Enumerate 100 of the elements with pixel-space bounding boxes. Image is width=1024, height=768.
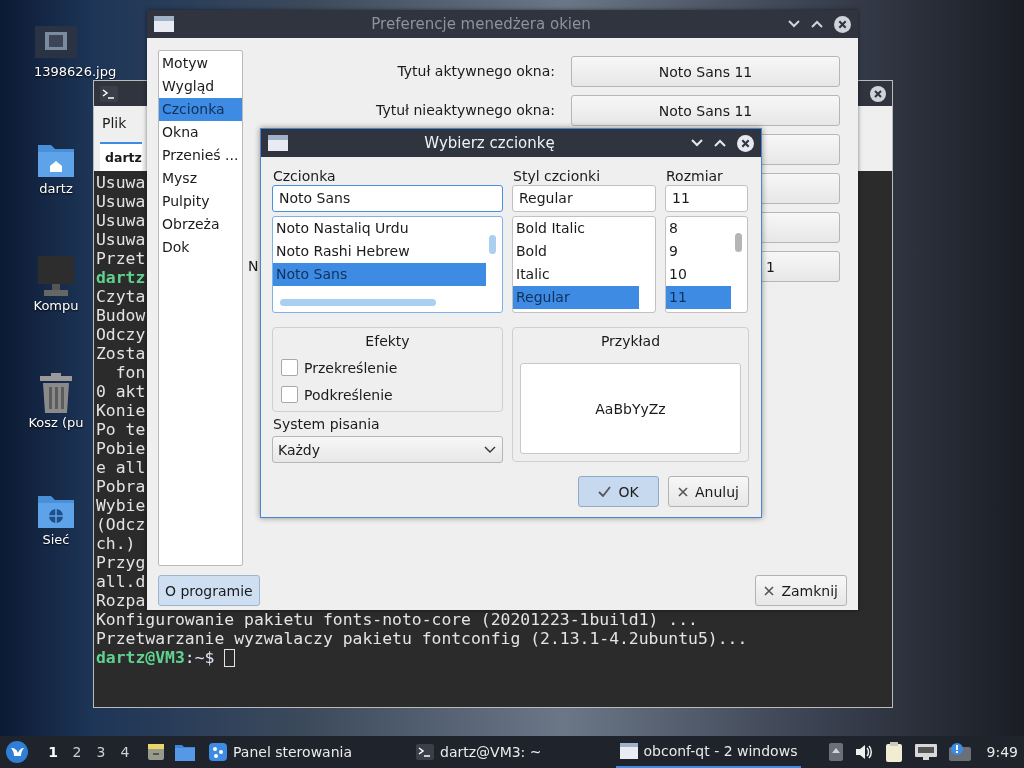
- terminal-line: Konie: [96, 401, 146, 420]
- terminal-line: Czyta: [96, 287, 146, 306]
- menu-item[interactable]: Plik: [102, 114, 127, 131]
- text-field[interactable]: 11: [665, 185, 748, 212]
- list-item[interactable]: 10: [666, 263, 731, 286]
- category-item[interactable]: Przenieś ...: [159, 144, 242, 167]
- close-icon[interactable]: [834, 15, 851, 33]
- writing-system-dropdown[interactable]: Każdy: [272, 436, 503, 463]
- scrollbar-thumb[interactable]: [489, 235, 496, 254]
- category-item[interactable]: Okna: [159, 121, 242, 144]
- list-item[interactable]: 11: [666, 286, 731, 309]
- checkbox[interactable]: [281, 386, 298, 403]
- maximize-icon[interactable]: [811, 20, 823, 28]
- taskbar-task[interactable]: Panel sterowania: [205, 736, 356, 768]
- minimize-icon[interactable]: [788, 20, 800, 28]
- terminal-line: 0 akt: [96, 382, 146, 401]
- category-item[interactable]: Motyw: [159, 52, 242, 75]
- terminal-line: Przet: [96, 249, 146, 268]
- terminal-icon: [416, 744, 434, 760]
- taskbar-task[interactable]: obconf-qt - 2 windows: [615, 736, 802, 768]
- workspace-button[interactable]: 1: [41, 744, 65, 760]
- terminal-line: Przetwarzanie wyzwalaczy pakietu fontconfig (2.13.1-4.2ubuntu5)...: [96, 629, 748, 648]
- clock[interactable]: 9:49: [986, 744, 1018, 760]
- desktop-icon-label[interactable]: 1398626.jpg: [20, 65, 117, 79]
- workspace-button[interactable]: 4: [113, 744, 137, 760]
- window-title: Preferencje menedżera okien: [370, 15, 592, 33]
- workspace-button[interactable]: 2: [65, 744, 89, 760]
- close-icon[interactable]: [737, 134, 754, 152]
- dialog-title: Wybierz czcionkę: [423, 134, 556, 152]
- terminal-line: Usuwa: [96, 173, 146, 192]
- close-icon[interactable]: [870, 85, 886, 102]
- category-item[interactable]: Mysz: [159, 167, 242, 190]
- field-label: Rozmiar: [665, 167, 724, 185]
- ok-button[interactable]: OK: [578, 476, 659, 507]
- prompt-user: dartz: [96, 268, 146, 287]
- list-item[interactable]: Italic: [513, 263, 639, 286]
- image-file-icon[interactable]: [35, 26, 77, 58]
- field-label: System pisania: [272, 415, 381, 433]
- terminal-line: Wybie: [96, 496, 146, 515]
- list-item[interactable]: 9: [666, 240, 731, 263]
- tray-expand-icon[interactable]: [828, 743, 843, 761]
- window-icon: [619, 743, 638, 759]
- minimize-icon[interactable]: [691, 139, 703, 147]
- list-item[interactable]: 8: [666, 217, 731, 240]
- scrollbar-thumb[interactable]: [280, 299, 436, 306]
- taskbar-task[interactable]: dartz@VM3: ~: [412, 736, 546, 768]
- field-label: N: [248, 257, 259, 276]
- cancel-button[interactable]: Anuluj: [668, 476, 749, 507]
- terminal-tab[interactable]: dartz: [100, 142, 142, 171]
- scrollbar-thumb[interactable]: [735, 233, 742, 252]
- checkbox[interactable]: [281, 359, 298, 376]
- terminal-line: e all: [96, 458, 146, 477]
- terminal-line: Konfigurowanie pakietu fonts-noto-core (20201223-1build1) ...: [96, 610, 698, 629]
- notification-icon[interactable]: [948, 743, 971, 761]
- list-item[interactable]: Regular: [513, 286, 639, 309]
- chevron-down-icon: [484, 445, 496, 454]
- category-item[interactable]: Wygląd: [159, 75, 242, 98]
- trash-icon[interactable]: [40, 373, 72, 413]
- checkmark-icon: [598, 486, 612, 497]
- maximize-icon[interactable]: [714, 139, 726, 147]
- sample-preview: AaBbYyZz: [520, 363, 741, 454]
- close-button[interactable]: Zamknij: [755, 575, 847, 606]
- window-icon: [154, 16, 174, 32]
- list-item[interactable]: Noto Rashi Hebrew: [273, 240, 486, 263]
- field-label: Styl czcionki: [512, 167, 602, 185]
- desktop-icon-label[interactable]: Kompu: [20, 299, 92, 313]
- category-item[interactable]: Obrzeża: [159, 213, 242, 236]
- desktop-icon-label[interactable]: Kosz (pu: [20, 416, 92, 430]
- network-icon[interactable]: [914, 744, 937, 760]
- terminal-line: Usuwa: [96, 230, 146, 249]
- terminal-icon: [100, 85, 118, 102]
- category-item[interactable]: Pulpity: [159, 190, 242, 213]
- volume-icon[interactable]: [854, 744, 873, 760]
- font-button[interactable]: Noto Sans 11: [571, 95, 840, 126]
- folder-icon[interactable]: [175, 743, 195, 761]
- start-menu-icon[interactable]: [5, 740, 29, 764]
- list-item[interactable]: Noto Sans: [273, 263, 486, 286]
- category-item[interactable]: Czcionka: [159, 98, 242, 121]
- monitor-icon[interactable]: [38, 256, 74, 296]
- field-label: Tytuł aktywnego okna:: [397, 62, 555, 81]
- workspace-button[interactable]: 3: [89, 744, 113, 760]
- checkbox-label: Przekreślenie: [304, 359, 398, 376]
- category-item[interactable]: Dok: [159, 236, 242, 259]
- window-icon: [268, 135, 288, 151]
- text-field[interactable]: Regular: [512, 185, 656, 212]
- about-button[interactable]: O programie: [158, 575, 260, 606]
- terminal-line: ch.): [96, 534, 136, 553]
- terminal-line: Rozpa: [96, 591, 146, 610]
- terminal-line: Usuwa: [96, 211, 146, 230]
- file-cabinet-icon[interactable]: [147, 743, 165, 761]
- list-item[interactable]: Bold: [513, 240, 639, 263]
- terminal-line: (Odcz: [96, 515, 146, 534]
- desktop-icon-label[interactable]: Sieć: [20, 533, 92, 547]
- desktop-icon-label[interactable]: dartz: [20, 182, 92, 196]
- text-field[interactable]: Noto Sans: [272, 185, 503, 212]
- font-button[interactable]: Noto Sans 11: [571, 56, 840, 87]
- terminal-line: Odczy: [96, 325, 146, 344]
- list-item[interactable]: Bold Italic: [513, 217, 639, 240]
- list-item[interactable]: Noto Nastaliq Urdu: [273, 217, 486, 240]
- clipboard-icon[interactable]: [884, 742, 903, 762]
